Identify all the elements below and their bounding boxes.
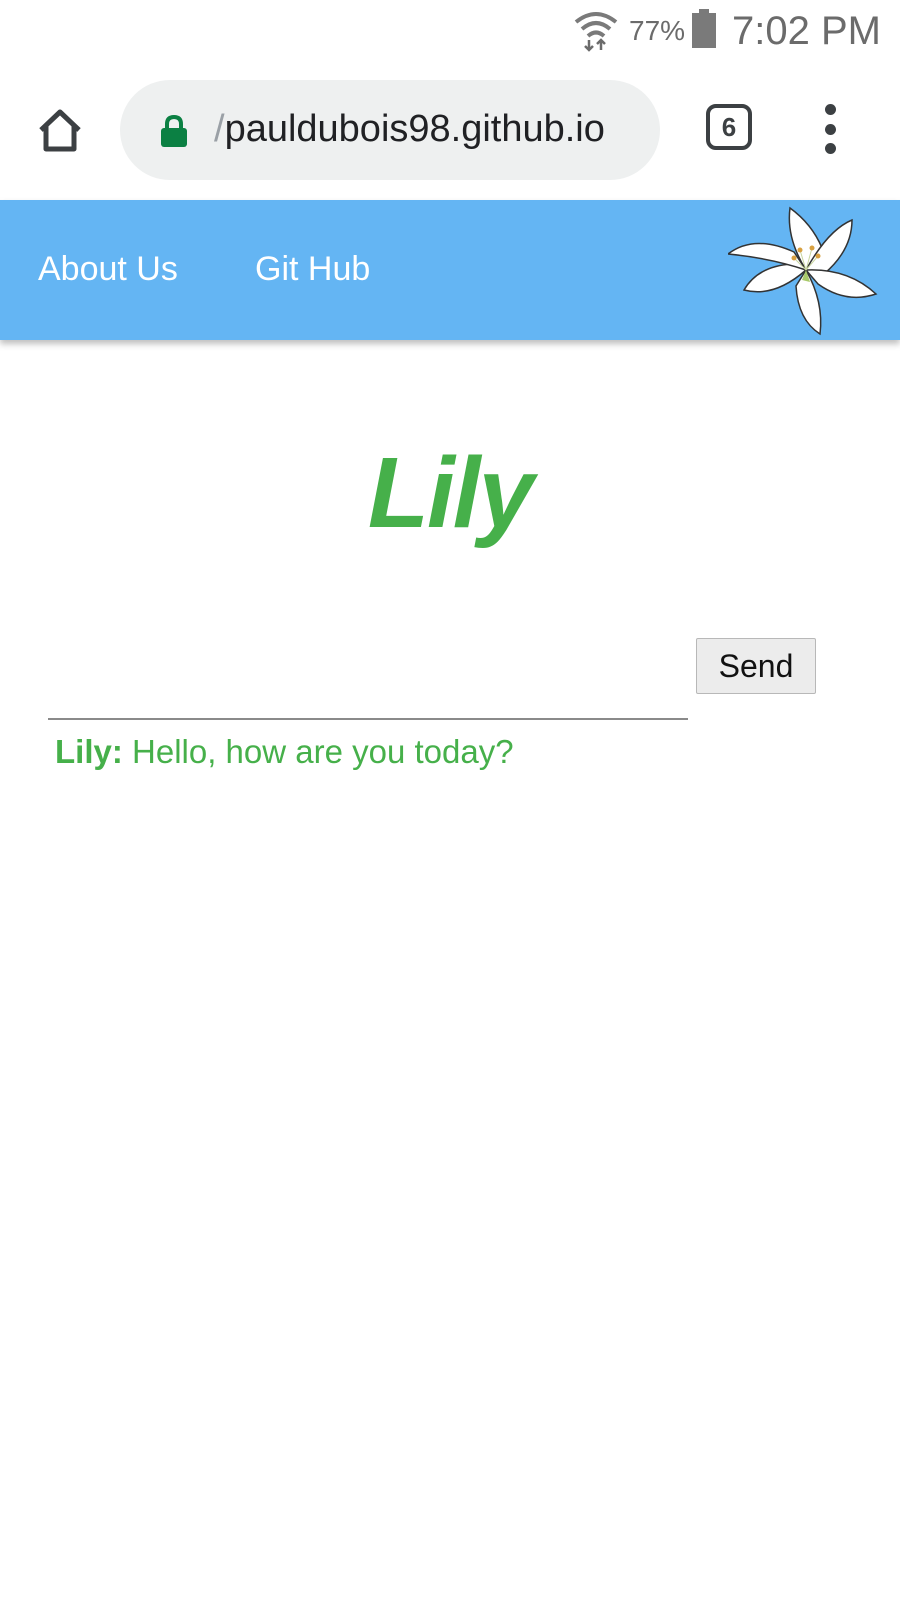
browser-menu-button[interactable] [810,104,850,154]
browser-toolbar: /pauldubois98.github.io 6 [0,64,900,198]
url-text: /pauldubois98.github.io [214,108,605,151]
nav-link-git-hub[interactable]: Git Hub [255,250,370,289]
lily-flower-logo [728,206,878,336]
address-bar[interactable]: /pauldubois98.github.io [120,80,660,180]
lock-icon [161,114,187,147]
message-input[interactable] [48,640,688,720]
home-button[interactable] [30,100,90,160]
chat-speaker: Lily: [55,733,123,770]
nav-link-about-us[interactable]: About Us [38,250,178,289]
chat-text: Hello, how are you today? [122,733,514,770]
chat-message: Lily: Hello, how are you today? [55,733,855,771]
send-button[interactable]: Send [696,638,816,694]
url-prefix: / [214,108,225,150]
battery-percent: 77% [629,15,686,46]
wifi-icon [574,12,618,52]
clock: 7:02 PM [732,9,881,53]
chat-log: Lily: Hello, how are you today? [55,733,855,771]
menu-dot [824,104,836,115]
site-nav-bar: About Us Git Hub [0,200,900,340]
battery-icon [692,9,716,48]
home-icon [39,109,81,152]
page-title: Lily [367,437,534,549]
tab-switcher-button[interactable]: 6 [706,104,752,150]
status-bar: 77% 7:02 PM [0,0,900,64]
tab-count: 6 [721,111,737,142]
menu-dot [824,143,836,154]
url-host: pauldubois98.github.io [224,108,605,150]
menu-dot [824,123,836,135]
